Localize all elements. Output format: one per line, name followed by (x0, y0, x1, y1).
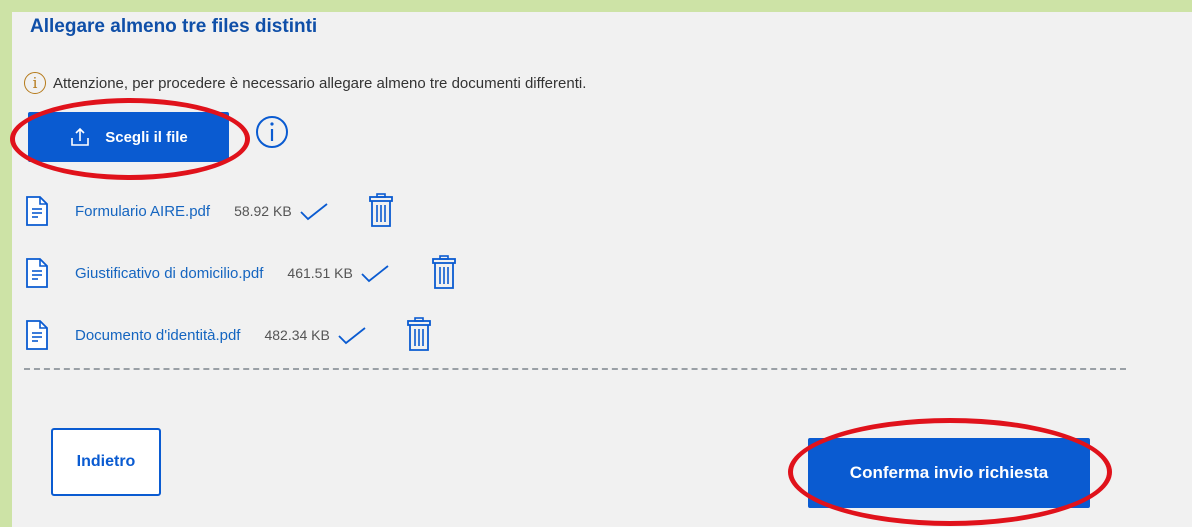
back-button[interactable]: Indietro (51, 428, 161, 496)
dashed-divider (24, 368, 1126, 370)
info-warning-icon: i (24, 72, 46, 94)
file-document-icon (26, 258, 48, 288)
check-icon (300, 203, 328, 221)
choose-file-button[interactable]: Scegli il file (28, 112, 229, 162)
file-row: Documento d'identità.pdf 482.34 KB (24, 317, 434, 353)
file-name-link[interactable]: Giustificativo di domicilio.pdf (75, 265, 263, 282)
confirm-submit-button[interactable]: Conferma invio richiesta (808, 438, 1090, 508)
trash-icon[interactable] (366, 193, 396, 229)
trash-icon[interactable] (404, 317, 434, 353)
info-icon[interactable] (254, 114, 290, 150)
choose-file-label: Scegli il file (105, 128, 188, 146)
file-row: Giustificativo di domicilio.pdf 461.51 K… (24, 255, 459, 291)
file-row: Formulario AIRE.pdf 58.92 KB (24, 193, 396, 229)
confirm-button-label: Conferma invio richiesta (849, 463, 1049, 482)
check-icon (338, 327, 366, 345)
trash-icon[interactable] (429, 255, 459, 291)
file-size: 482.34 KB (264, 327, 330, 343)
back-button-label: Indietro (76, 453, 136, 470)
file-name-link[interactable]: Documento d'identità.pdf (75, 327, 240, 344)
file-document-icon (26, 196, 48, 226)
section-title: Allegare almeno tre files distinti (30, 16, 318, 37)
warning-message: i Attenzione, per procedere è necessario… (24, 68, 586, 98)
check-icon (361, 265, 389, 283)
warning-text: Attenzione, per procedere è necessario a… (53, 74, 587, 92)
upload-icon (71, 127, 90, 146)
file-size: 58.92 KB (234, 203, 292, 219)
file-size: 461.51 KB (287, 265, 353, 281)
file-document-icon (26, 320, 48, 350)
file-name-link[interactable]: Formulario AIRE.pdf (75, 203, 210, 220)
